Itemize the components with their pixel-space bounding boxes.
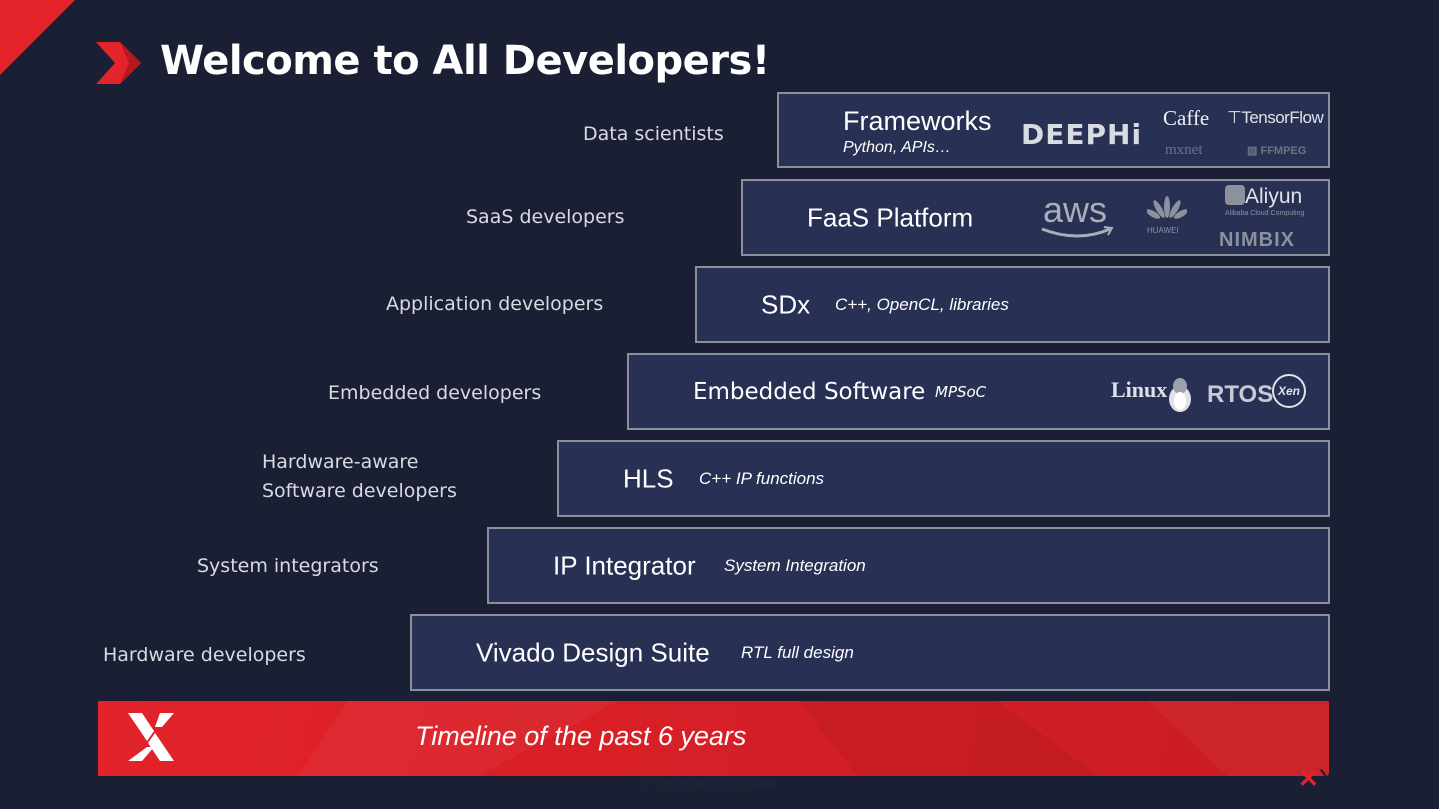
- huawei-flower-icon: [1147, 196, 1187, 219]
- xilinx-x-icon: ✕: [1298, 765, 1319, 793]
- xen-logo: Xen: [1272, 374, 1306, 408]
- huawei-logo: HUAWEI: [1147, 226, 1179, 235]
- tier-subtitle: Python, APIs…: [843, 139, 951, 156]
- tier-ip-integrator: IP Integrator System Integration: [487, 527, 1330, 604]
- tier-vivado-design-suite: Vivado Design Suite RTL full design: [410, 614, 1330, 691]
- tier-subtitle: MPSoC: [935, 382, 987, 401]
- xilinx-footer-logo: ✕XILINX.: [1298, 765, 1402, 793]
- persona-line: Hardware-aware: [262, 451, 419, 473]
- tier-frameworks: Frameworks Python, APIs… DEEPHi Caffe ⊤T…: [777, 92, 1330, 168]
- page-title: Welcome to All Developers!: [160, 38, 770, 84]
- persona-hardware-aware-software-developers: Hardware-aware Software developers: [262, 448, 457, 506]
- tier-name: IP Integrator: [553, 550, 696, 580]
- mxnet-logo: mxnet: [1165, 142, 1203, 158]
- tier-subtitle: System Integration: [724, 555, 866, 575]
- banner-text: Timeline of the past 6 years: [415, 721, 747, 751]
- timeline-banner: Timeline of the past 6 years: [98, 701, 1329, 776]
- tensorflow-icon: ⊤: [1227, 108, 1242, 127]
- copyright-text: © Copyright 2019 Xilinx: [640, 776, 777, 791]
- ffmpeg-logo: ▨ FFMPEG: [1247, 145, 1307, 157]
- aliyun-logo: Aliyun: [1225, 185, 1302, 209]
- chevron-right-icon: [96, 42, 141, 84]
- linux-logo: Linux: [1111, 377, 1168, 402]
- ffmpeg-icon: ▨: [1247, 145, 1258, 157]
- tier-name: HLS: [623, 463, 674, 493]
- tier-name: FaaS Platform: [807, 202, 974, 232]
- nimbix-logo: NIMBIX: [1219, 229, 1295, 251]
- alibaba-cloud-caption: Alibaba Cloud Computing: [1225, 210, 1305, 217]
- tux-penguin-icon: [1169, 378, 1191, 412]
- persona-saas-developers: SaaS developers: [466, 206, 625, 228]
- aws-smile-icon: [1041, 226, 1114, 238]
- tier-faas-platform: FaaS Platform aws HUAWEI Aliyun Alibaba …: [741, 179, 1330, 256]
- persona-line: Software developers: [262, 480, 457, 502]
- tier-name: Vivado Design Suite: [476, 637, 710, 667]
- persona-hardware-developers: Hardware developers: [103, 644, 306, 666]
- aliyun-icon: [1225, 185, 1245, 205]
- persona-data-scientists: Data scientists: [583, 123, 724, 145]
- deephi-logo: DEEPHi: [1021, 118, 1143, 151]
- tier-sdx: SDx C++, OpenCL, libraries: [695, 266, 1330, 343]
- xilinx-x-icon: [128, 713, 174, 761]
- tier-subtitle: RTL full design: [741, 642, 854, 662]
- caffe-logo: Caffe: [1163, 106, 1210, 130]
- tier-embedded-software: Embedded Software MPSoC Linux RTOS Xen: [627, 353, 1330, 430]
- tier-hls: HLS C++ IP functions: [557, 440, 1330, 517]
- persona-system-integrators: System integrators: [197, 555, 379, 577]
- tier-subtitle: C++ IP functions: [699, 468, 825, 488]
- tier-name: Frameworks: [843, 106, 992, 136]
- corner-accent: [0, 0, 75, 75]
- rtos-logo: RTOS: [1207, 381, 1274, 408]
- tier-name: Embedded Software: [693, 378, 926, 405]
- persona-embedded-developers: Embedded developers: [328, 382, 542, 404]
- tensorflow-logo: ⊤TensorFlow: [1227, 108, 1324, 127]
- tier-subtitle: C++, OpenCL, libraries: [835, 294, 1009, 314]
- persona-application-developers: Application developers: [386, 293, 604, 315]
- tier-name: SDx: [761, 289, 811, 319]
